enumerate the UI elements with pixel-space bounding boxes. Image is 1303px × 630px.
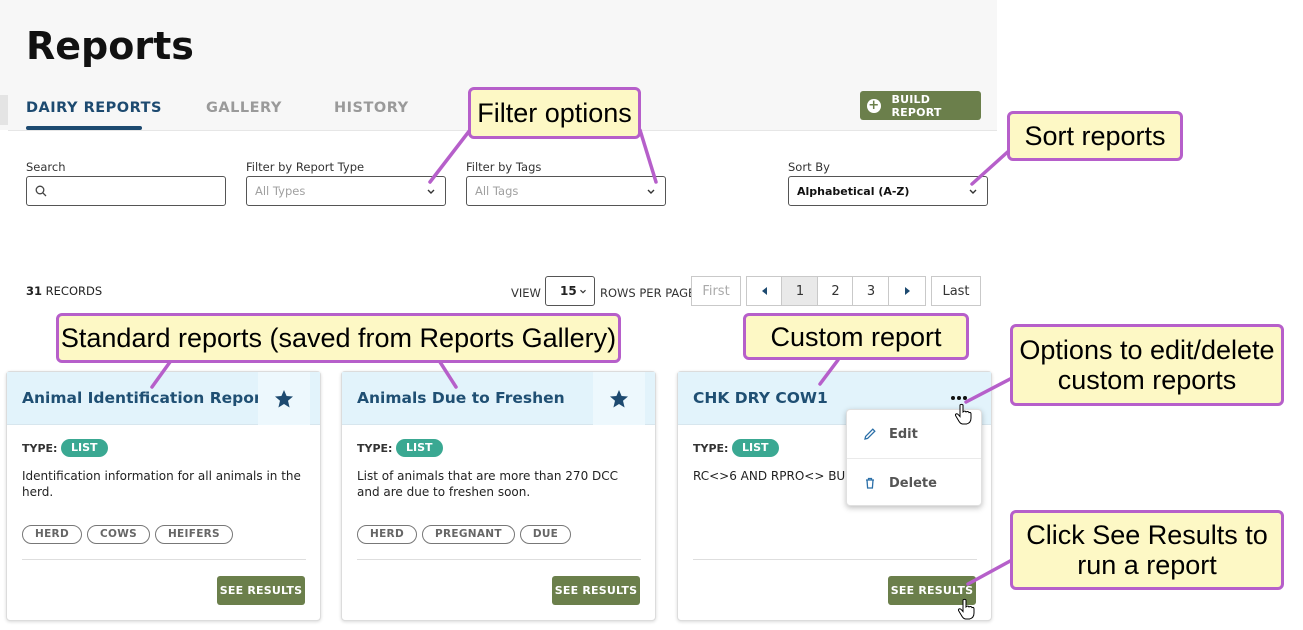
page-3-button[interactable]: 3: [852, 276, 890, 306]
favorite-button[interactable]: [258, 372, 310, 425]
hand-pointer-icon: [954, 403, 972, 425]
tag: COWS: [86, 525, 150, 544]
card-divider: [693, 559, 977, 560]
chevron-down-icon: [647, 189, 655, 194]
prev-page-button[interactable]: [746, 276, 783, 306]
card-title[interactable]: Animals Due to Freshen: [357, 389, 565, 407]
card-description: List of animals that are more than 270 D…: [357, 469, 619, 499]
search-input[interactable]: [26, 176, 226, 206]
tag: HERD: [22, 525, 82, 544]
edit-label: Edit: [889, 426, 918, 442]
records-label: RECORDS: [45, 284, 103, 298]
more-dots-icon: [963, 396, 967, 400]
callout-standard-reports: Standard reports (saved from Reports Gal…: [56, 313, 621, 363]
sort-select[interactable]: Alphabetical (A-Z): [788, 176, 988, 206]
records-count: 31 RECORDS: [26, 284, 102, 298]
see-results-button[interactable]: SEE RESULTS: [552, 576, 640, 605]
sort-label: Sort By: [788, 160, 830, 174]
tag-list: HERD COWS HEIFERS: [22, 525, 233, 544]
star-icon: [275, 389, 293, 407]
more-dots-icon: [957, 396, 961, 400]
tags-select[interactable]: All Tags: [466, 176, 666, 206]
tags-value: All Tags: [475, 184, 519, 198]
rows-per-page-label: ROWS PER PAGE: [600, 286, 696, 300]
callout-sort-reports: Sort reports: [1007, 111, 1183, 161]
chevron-left-icon: [761, 287, 767, 295]
chevron-right-icon: [905, 287, 910, 295]
chevron-down-icon: [969, 189, 977, 194]
chevron-down-icon: [580, 289, 586, 294]
type-badge: LIST: [61, 439, 108, 457]
more-dots-icon: [951, 396, 955, 400]
tag-list: HERD PREGNANT DUE: [357, 525, 572, 544]
first-page-button[interactable]: First: [691, 276, 741, 306]
card-header: Animals Due to Freshen: [342, 372, 655, 425]
card-description: Identification information for all anima…: [22, 469, 301, 499]
view-label: VIEW: [511, 286, 541, 300]
next-page-button[interactable]: [888, 276, 926, 306]
report-type-label: Filter by Report Type: [246, 160, 365, 174]
trash-icon: [866, 477, 874, 489]
star-icon: [610, 389, 628, 407]
tab-gallery[interactable]: GALLERY: [206, 100, 282, 116]
search-label: Search: [26, 160, 66, 174]
plus-circle-icon: +: [867, 97, 881, 113]
search-icon: [35, 185, 47, 197]
card-title[interactable]: Animal Identification Report: [22, 389, 269, 407]
tag: HEIFERS: [154, 525, 233, 544]
card-title[interactable]: CHK DRY COW1: [693, 389, 828, 407]
sort-value: Alphabetical (A-Z): [797, 184, 910, 198]
see-results-button[interactable]: SEE RESULTS: [217, 576, 305, 605]
tag: PREGNANT: [421, 525, 515, 544]
tags-label: Filter by Tags: [466, 160, 542, 174]
type-badge: LIST: [732, 439, 779, 457]
callout-filter-options: Filter options: [468, 87, 641, 139]
card-divider: [22, 559, 306, 560]
callout-options: Options to edit/delete custom reports: [1010, 324, 1284, 406]
page-title: Reports: [26, 24, 194, 68]
left-shade: [0, 95, 8, 125]
records-number: 31: [26, 284, 43, 298]
report-type-select[interactable]: All Types: [246, 176, 446, 206]
build-report-button[interactable]: + BUILD REPORT: [860, 91, 981, 120]
type-label: TYPE:: [357, 442, 393, 455]
pencil-icon: [864, 428, 876, 440]
favorite-button[interactable]: [593, 372, 645, 425]
rows-per-page-select[interactable]: 15: [545, 276, 595, 306]
callout-custom-report: Custom report: [743, 313, 969, 360]
delete-menu-item[interactable]: Delete: [847, 459, 981, 507]
rows-value: 15: [560, 284, 577, 298]
tab-dairy-reports[interactable]: DAIRY REPORTS: [26, 100, 162, 116]
page-2-button[interactable]: 2: [817, 276, 854, 306]
type-label: TYPE:: [693, 442, 729, 455]
page-1-button[interactable]: 1: [781, 276, 819, 306]
type-badge: LIST: [396, 439, 443, 457]
chevron-down-icon: [427, 189, 435, 194]
build-report-label: BUILD REPORT: [891, 92, 942, 119]
card-header: Animal Identification Report: [7, 372, 320, 425]
hand-pointer-icon: [957, 598, 975, 620]
tag: DUE: [519, 525, 572, 544]
callout-see-results: Click See Results to run a report: [1010, 510, 1284, 590]
tag: HERD: [357, 525, 417, 544]
report-card: Animals Due to Freshen TYPE: LIST List o…: [341, 371, 656, 621]
report-type-value: All Types: [255, 184, 306, 198]
last-page-button[interactable]: Last: [931, 276, 981, 306]
report-card: Animal Identification Report TYPE: LIST …: [6, 371, 321, 621]
delete-label: Delete: [889, 475, 937, 491]
type-label: TYPE:: [22, 442, 58, 455]
card-divider: [357, 559, 641, 560]
tab-history[interactable]: HISTORY: [334, 100, 409, 116]
